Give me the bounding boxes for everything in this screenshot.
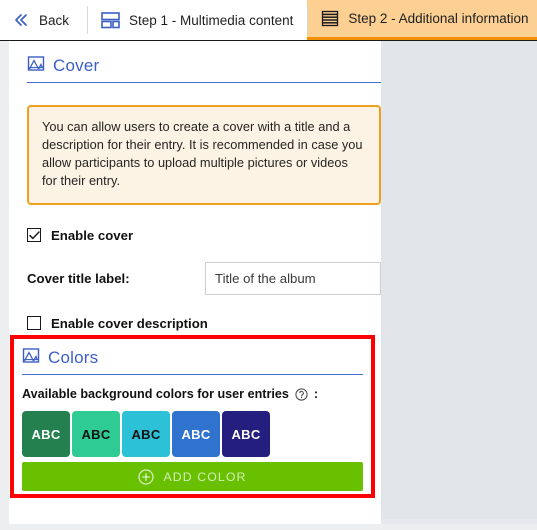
enable-cover-description-row[interactable]: Enable cover description: [27, 316, 381, 331]
cover-section-header: Cover: [27, 55, 381, 83]
enable-cover-description-checkbox[interactable]: [27, 316, 41, 331]
colors-section-highlight: Colors Available background colors for u…: [10, 335, 375, 498]
tab-step-1-label: Step 1 - Multimedia content: [129, 12, 294, 28]
swatch-label: ABC: [131, 426, 161, 442]
step-tab-bar: Back Step 1 - Multimedia content Step 2 …: [0, 0, 537, 41]
swatch-label: ABC: [231, 426, 261, 442]
cover-section: Cover You can allow users to create a co…: [27, 55, 381, 331]
cover-title-input[interactable]: [205, 261, 381, 295]
back-label: Back: [39, 12, 70, 28]
image-icon: [27, 55, 45, 77]
colors-section: Colors Available background colors for u…: [22, 347, 363, 491]
enable-cover-label: Enable cover: [51, 227, 134, 243]
colors-section-header: Colors: [22, 347, 363, 375]
available-colors-colon: :: [313, 387, 319, 401]
available-colors-label: Available background colors for user ent…: [22, 387, 289, 401]
swatch-label: ABC: [181, 426, 211, 442]
enable-cover-description-label: Enable cover description: [51, 315, 208, 331]
add-color-button[interactable]: ADD COLOR: [22, 462, 363, 491]
available-colors-label-row: Available background colors for user ent…: [22, 387, 363, 401]
tab-step-2[interactable]: Step 2 - Additional information: [307, 0, 537, 40]
cover-info-box: You can allow users to create a cover wi…: [27, 105, 381, 205]
color-swatch-list: ABC ABC ABC ABC ABC: [22, 411, 363, 457]
cover-title-row: Cover title label:: [27, 261, 381, 295]
enable-cover-checkbox[interactable]: [27, 228, 41, 243]
tab-step-2-label: Step 2 - Additional information: [348, 11, 529, 26]
chevron-double-left-icon: [13, 13, 30, 27]
cover-section-title: Cover: [53, 56, 100, 75]
image-icon: [22, 347, 40, 369]
right-side-panel: [381, 41, 537, 519]
cover-info-text: You can allow users to create a cover wi…: [42, 119, 363, 189]
cover-title-label: Cover title label:: [27, 270, 130, 286]
left-gutter: [0, 41, 9, 524]
colors-section-title: Colors: [48, 348, 99, 367]
color-swatch[interactable]: ABC: [122, 411, 170, 457]
swatch-label: ABC: [31, 426, 61, 442]
bottom-gutter: [0, 524, 537, 530]
tab-step-1[interactable]: Step 1 - Multimedia content: [87, 0, 308, 40]
back-button[interactable]: Back: [0, 0, 88, 40]
add-color-label: ADD COLOR: [163, 469, 247, 484]
app-root: Back Step 1 - Multimedia content Step 2 …: [0, 0, 537, 530]
color-swatch[interactable]: ABC: [22, 411, 70, 457]
enable-cover-row[interactable]: Enable cover: [27, 228, 381, 243]
question-circle-icon[interactable]: [295, 387, 308, 401]
color-swatch[interactable]: ABC: [172, 411, 220, 457]
swatch-label: ABC: [81, 426, 111, 442]
layout-grid-icon: [101, 11, 120, 29]
list-lines-icon: [321, 10, 339, 27]
plus-circle-icon: [138, 468, 155, 485]
color-swatch[interactable]: ABC: [72, 411, 120, 457]
color-swatch[interactable]: ABC: [222, 411, 270, 457]
